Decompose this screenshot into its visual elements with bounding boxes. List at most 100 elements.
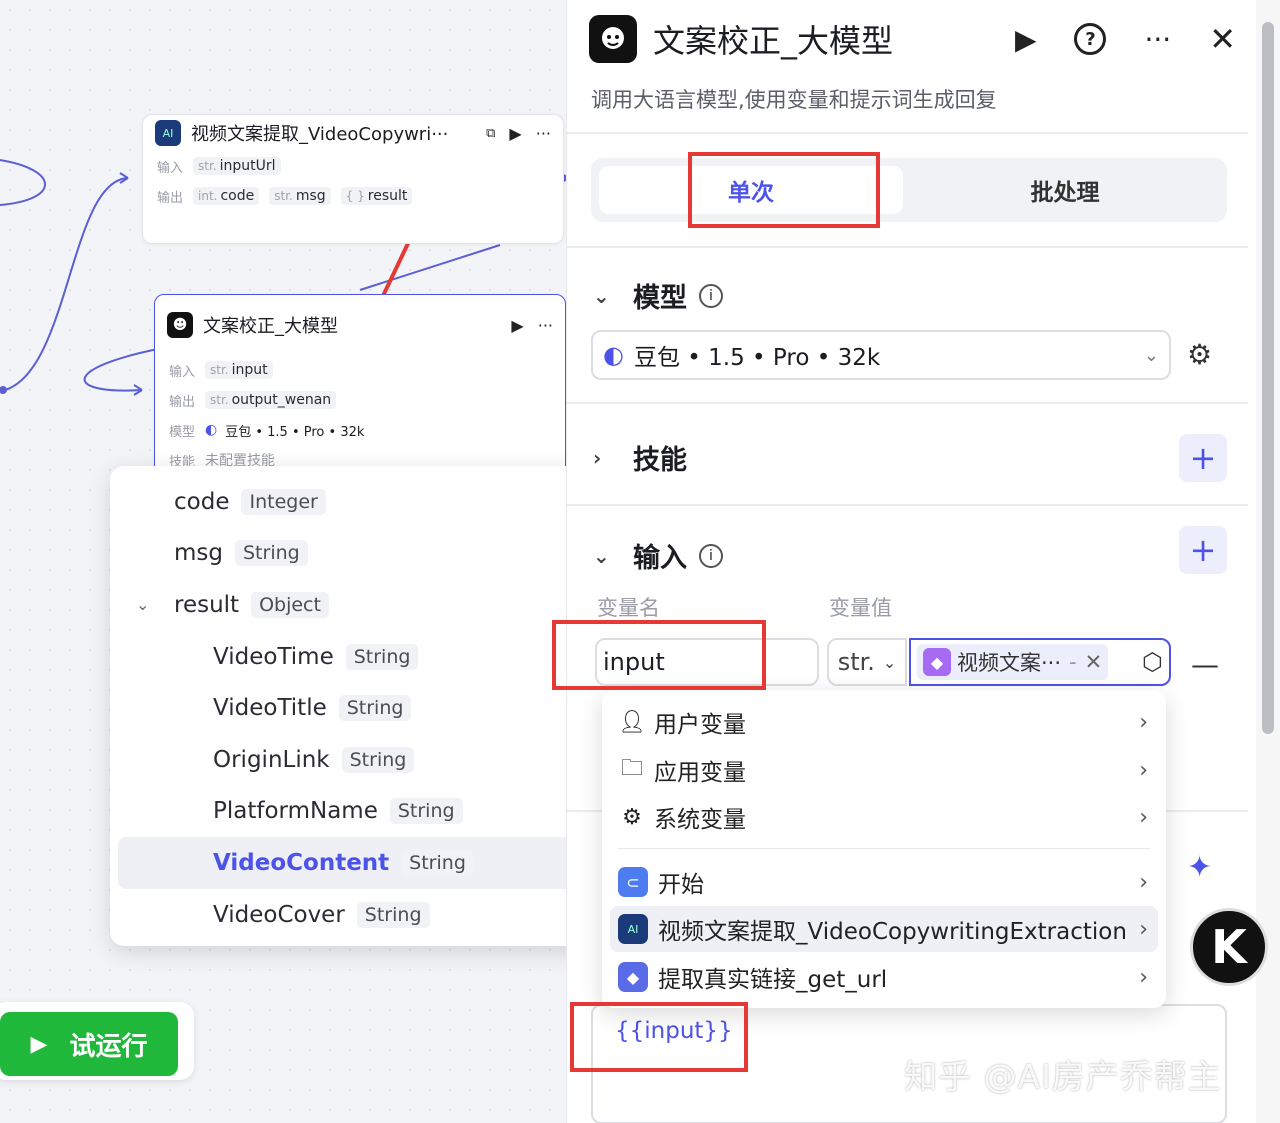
menu-item-app-vars[interactable]: 🗀 应用变量 › [610, 747, 1158, 793]
var-option[interactable]: code Integer [110, 476, 602, 528]
close-icon[interactable]: ✕ [1209, 20, 1236, 58]
ai-sparkle-icon[interactable]: ✦ [1187, 850, 1212, 885]
info-icon[interactable]: i [699, 543, 723, 568]
llm-logo-icon [589, 15, 637, 63]
k-avatar-icon[interactable]: K [1190, 908, 1268, 986]
divider [567, 132, 1248, 134]
variable-source-menu: 👤︎ 用户变量 › 🗀 应用变量 › ⚙ 系统变量 › ⊂ 开始 › AI 视频… [602, 690, 1166, 1008]
var-type-select[interactable]: str. ⌄ [827, 638, 907, 686]
output-tag: { } result [340, 187, 413, 205]
chevron-down-icon: ⌄ [882, 652, 897, 672]
folder-icon: 🗀 [620, 756, 643, 781]
divider [567, 246, 1248, 248]
node-video-extraction[interactable]: AI 视频文案提取_VideoCopywri··· ⧉ ▶ ··· 输入 str… [142, 114, 564, 244]
remove-input-icon[interactable]: — [1191, 648, 1219, 681]
ref-chip: ◆ 视频文案··· - ✕ [917, 644, 1109, 680]
menu-item-start[interactable]: ⊂ 开始 › [610, 859, 1158, 905]
chevron-right-icon: › [1139, 709, 1148, 735]
var-option[interactable]: VideoTitle String [110, 682, 602, 734]
menu-item-sys-vars[interactable]: ⚙ 系统变量 › [610, 794, 1158, 840]
node-header: AI 视频文案提取_VideoCopywri··· ⧉ ▶ ··· [143, 115, 563, 151]
add-skill-button[interactable]: + [1179, 434, 1227, 482]
model-section-header[interactable]: ⌄ 模型 i [593, 276, 723, 315]
play-icon: ▶ [30, 1031, 48, 1057]
ai-icon: AI [155, 120, 181, 146]
info-icon[interactable]: i [699, 283, 723, 308]
add-input-button[interactable]: + [1179, 526, 1227, 574]
chevron-right-icon: › [1139, 804, 1148, 830]
chevron-down-icon: ⌄ [593, 543, 610, 568]
tab-batch[interactable]: 批处理 [911, 166, 1219, 214]
divider [618, 848, 1150, 849]
node-outputs: 输出 int. code str. msg { } result [143, 181, 563, 211]
var-option[interactable]: VideoCover String [110, 889, 602, 941]
user-icon: 👤︎ [618, 709, 646, 735]
var-ref-field[interactable]: ◆ 视频文案··· - ✕ ⬡ [909, 638, 1171, 686]
node-outputs: 输出 str. output_wenan [155, 385, 565, 415]
chevron-down-icon: ⌄ [593, 283, 610, 308]
more-icon[interactable]: ··· [536, 124, 551, 143]
menu-item-user-vars[interactable]: 👤︎ 用户变量 › [610, 699, 1158, 745]
clear-icon[interactable]: ✕ [1085, 650, 1103, 674]
start-icon: ⊂ [618, 867, 648, 897]
variable-tree-dropdown: code Integer msg String ⌄ result Object Vide… [110, 466, 602, 946]
output-tag: str. msg [269, 187, 331, 205]
gear-icon[interactable]: ⚙ [1187, 338, 1212, 371]
node-model: 模型 ◐ 豆包 • 1.5 • Pro • 32k [169, 422, 365, 440]
play-icon[interactable]: ▶ [511, 316, 523, 335]
skill-section-header[interactable]: › 技能 [593, 438, 687, 477]
node-llm-correction[interactable]: ☻ 文案校正_大模型 ▶ ··· 输入 str. input 输出 str. out… [154, 294, 566, 494]
node-inputs: 输入 str. input [155, 355, 565, 385]
chevron-right-icon: › [1139, 869, 1148, 895]
ai-icon: AI [618, 914, 648, 944]
test-run-button[interactable]: ▶ 试运行 [0, 1012, 178, 1076]
play-icon[interactable]: ▶ [1015, 23, 1037, 56]
chevron-right-icon: › [1139, 916, 1148, 942]
model-select[interactable]: ◐ 豆包 • 1.5 • Pro • 32k ⌄ [591, 330, 1171, 380]
panel-description: 调用大语言模型,使用变量和提示词生成回复 [591, 88, 997, 112]
divider [567, 402, 1248, 404]
play-icon[interactable]: ▶ [509, 124, 521, 143]
var-option-selected[interactable]: VideoContent String [118, 837, 594, 889]
node-inputs: 输入 str. inputUrl [143, 151, 563, 181]
panel-header: 文案校正_大模型 ▶ ? ··· ✕ [589, 14, 1236, 64]
watermark: 知乎 @AI房产乔帮主 [904, 1057, 1222, 1096]
gear-icon: ⚙ [622, 804, 642, 830]
chevron-right-icon: › [1139, 757, 1148, 783]
menu-item-node-extract[interactable]: AI 视频文案提取_VideoCopywritingExtraction › [610, 906, 1158, 952]
cube-icon: ◆ [923, 648, 951, 676]
var-option[interactable]: msg String [110, 528, 602, 580]
mode-tabs: 单次 批处理 [591, 158, 1227, 222]
input-section-header[interactable]: ⌄ 输入 i [593, 536, 723, 575]
node-title: 文案校正_大模型 [203, 316, 338, 337]
node-title: 视频文案提取_VideoCopywri··· [191, 124, 449, 145]
more-icon[interactable]: ··· [1144, 23, 1171, 56]
scrollbar-thumb[interactable] [1262, 22, 1274, 734]
panel-title: 文案校正_大模型 [653, 22, 894, 60]
col-var-value: 变量值 [829, 596, 892, 620]
col-var-name: 变量名 [597, 596, 660, 620]
variable-picker-icon[interactable]: ⬡ [1142, 648, 1163, 676]
annotation-box [570, 1002, 748, 1072]
var-option[interactable]: PlatformName String [110, 786, 602, 838]
divider [567, 504, 1248, 506]
chevron-down-icon[interactable]: ⌄ [136, 595, 174, 614]
run-toolbar: ▶ 试运行 [0, 1002, 194, 1080]
var-option[interactable]: VideoTime String [110, 631, 602, 683]
copy-icon[interactable]: ⧉ [486, 126, 495, 141]
annotation-box [688, 152, 880, 228]
more-icon[interactable]: ··· [538, 316, 553, 335]
output-tag: int. code [193, 187, 260, 205]
menu-item-node-geturl[interactable]: ◆ 提取真实链接_get_url › [610, 954, 1158, 1000]
annotation-box [552, 620, 766, 690]
var-option[interactable]: OriginLink String [110, 734, 602, 786]
chevron-down-icon: ⌄ [1143, 344, 1159, 366]
llm-logo-icon: ☻ [167, 312, 193, 338]
node-header: ☻ 文案校正_大模型 ▶ ··· [155, 295, 565, 355]
chevron-right-icon: › [593, 445, 602, 470]
input-tag: str. inputUrl [193, 157, 281, 175]
help-icon[interactable]: ? [1074, 23, 1107, 55]
var-option[interactable]: ⌄ result Object [110, 579, 602, 631]
doubao-icon: ◐ [205, 422, 218, 438]
doubao-icon: ◐ [603, 341, 624, 369]
